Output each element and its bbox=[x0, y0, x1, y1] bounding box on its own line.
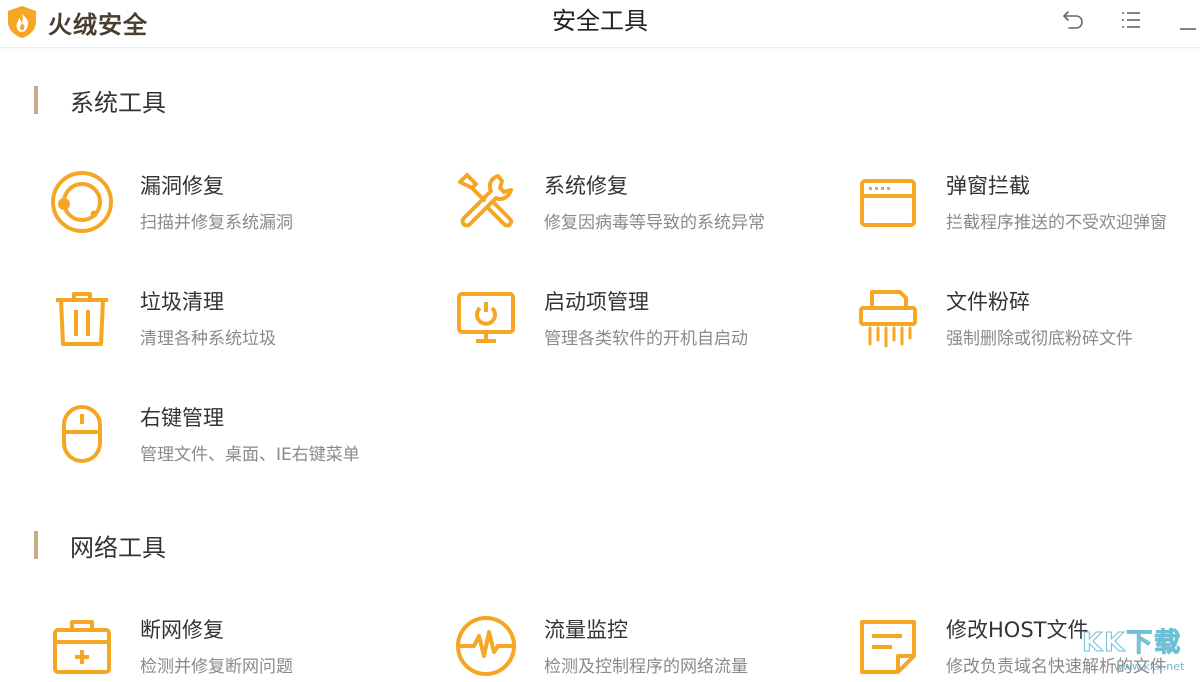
mouse-icon bbox=[50, 402, 114, 466]
monitor-power-icon bbox=[454, 286, 518, 350]
tool-edit-hosts-file[interactable]: 修改HOST文件 修改负责域名快速解析的文件 bbox=[842, 602, 1200, 682]
tool-description: 检测及控制程序的网络流量 bbox=[544, 657, 748, 677]
tool-description: 拦截程序推送的不受欢迎弹窗 bbox=[946, 213, 1167, 233]
tool-name: 弹窗拦截 bbox=[946, 174, 1030, 198]
tool-name: 启动项管理 bbox=[544, 290, 649, 314]
tool-traffic-monitor[interactable]: 流量监控 检测及控制程序的网络流量 bbox=[440, 602, 830, 682]
section-header-network-tools: 网络工具 bbox=[34, 530, 166, 562]
menu-button[interactable] bbox=[1116, 6, 1146, 34]
title-bar: 火绒安全 安全工具 bbox=[0, 0, 1200, 48]
section-header-system-tools: 系统工具 bbox=[34, 85, 166, 117]
note-document-icon bbox=[856, 614, 920, 678]
tool-description: 管理各类软件的开机自启动 bbox=[544, 329, 748, 349]
section-accent-bar bbox=[34, 531, 38, 559]
tool-description: 管理文件、桌面、IE右键菜单 bbox=[140, 445, 360, 465]
back-arrow-icon bbox=[1063, 11, 1083, 29]
tool-network-repair[interactable]: 断网修复 检测并修复断网问题 bbox=[36, 602, 426, 682]
shredder-icon bbox=[856, 286, 920, 350]
tool-name: 右键管理 bbox=[140, 406, 224, 430]
section-title: 网络工具 bbox=[70, 533, 166, 562]
tool-context-menu-manager[interactable]: 右键管理 管理文件、桌面、IE右键菜单 bbox=[36, 390, 426, 470]
section-accent-bar bbox=[34, 86, 38, 114]
minimize-icon bbox=[1180, 28, 1196, 30]
minimize-button[interactable] bbox=[1176, 6, 1200, 34]
tool-vulnerability-repair[interactable]: 漏洞修复 扫描并修复系统漏洞 bbox=[36, 158, 426, 238]
tool-file-shredder[interactable]: 文件粉碎 强制删除或彻底粉碎文件 bbox=[842, 274, 1200, 354]
tool-name: 断网修复 bbox=[140, 618, 224, 642]
section-title: 系统工具 bbox=[70, 88, 166, 117]
tool-name: 修改HOST文件 bbox=[946, 618, 1089, 642]
popup-window-icon bbox=[856, 170, 920, 234]
tool-popup-block[interactable]: 弹窗拦截 拦截程序推送的不受欢迎弹窗 bbox=[842, 158, 1200, 238]
back-button[interactable] bbox=[1058, 6, 1088, 34]
tool-name: 漏洞修复 bbox=[140, 174, 224, 198]
menu-list-icon bbox=[1122, 12, 1140, 28]
vulnerability-repair-icon bbox=[50, 170, 114, 234]
first-aid-kit-icon bbox=[50, 614, 114, 678]
tool-name: 流量监控 bbox=[544, 618, 628, 642]
tool-description: 清理各种系统垃圾 bbox=[140, 329, 276, 349]
tool-description: 强制删除或彻底粉碎文件 bbox=[946, 329, 1133, 349]
tool-system-repair[interactable]: 系统修复 修复因病毒等导致的系统异常 bbox=[440, 158, 830, 238]
system-repair-tools-icon bbox=[454, 170, 518, 234]
tool-description: 修改负责域名快速解析的文件 bbox=[946, 657, 1167, 677]
tool-startup-manager[interactable]: 启动项管理 管理各类软件的开机自启动 bbox=[440, 274, 830, 354]
tool-description: 扫描并修复系统漏洞 bbox=[140, 213, 293, 233]
tool-name: 系统修复 bbox=[544, 174, 628, 198]
tool-description: 检测并修复断网问题 bbox=[140, 657, 293, 677]
window-title: 安全工具 bbox=[552, 7, 648, 35]
trash-can-icon bbox=[50, 286, 114, 350]
traffic-gauge-icon bbox=[454, 614, 518, 678]
tool-description: 修复因病毒等导致的系统异常 bbox=[544, 213, 765, 233]
tool-junk-cleanup[interactable]: 垃圾清理 清理各种系统垃圾 bbox=[36, 274, 426, 354]
tool-name: 垃圾清理 bbox=[140, 290, 224, 314]
tool-name: 文件粉碎 bbox=[946, 290, 1030, 314]
